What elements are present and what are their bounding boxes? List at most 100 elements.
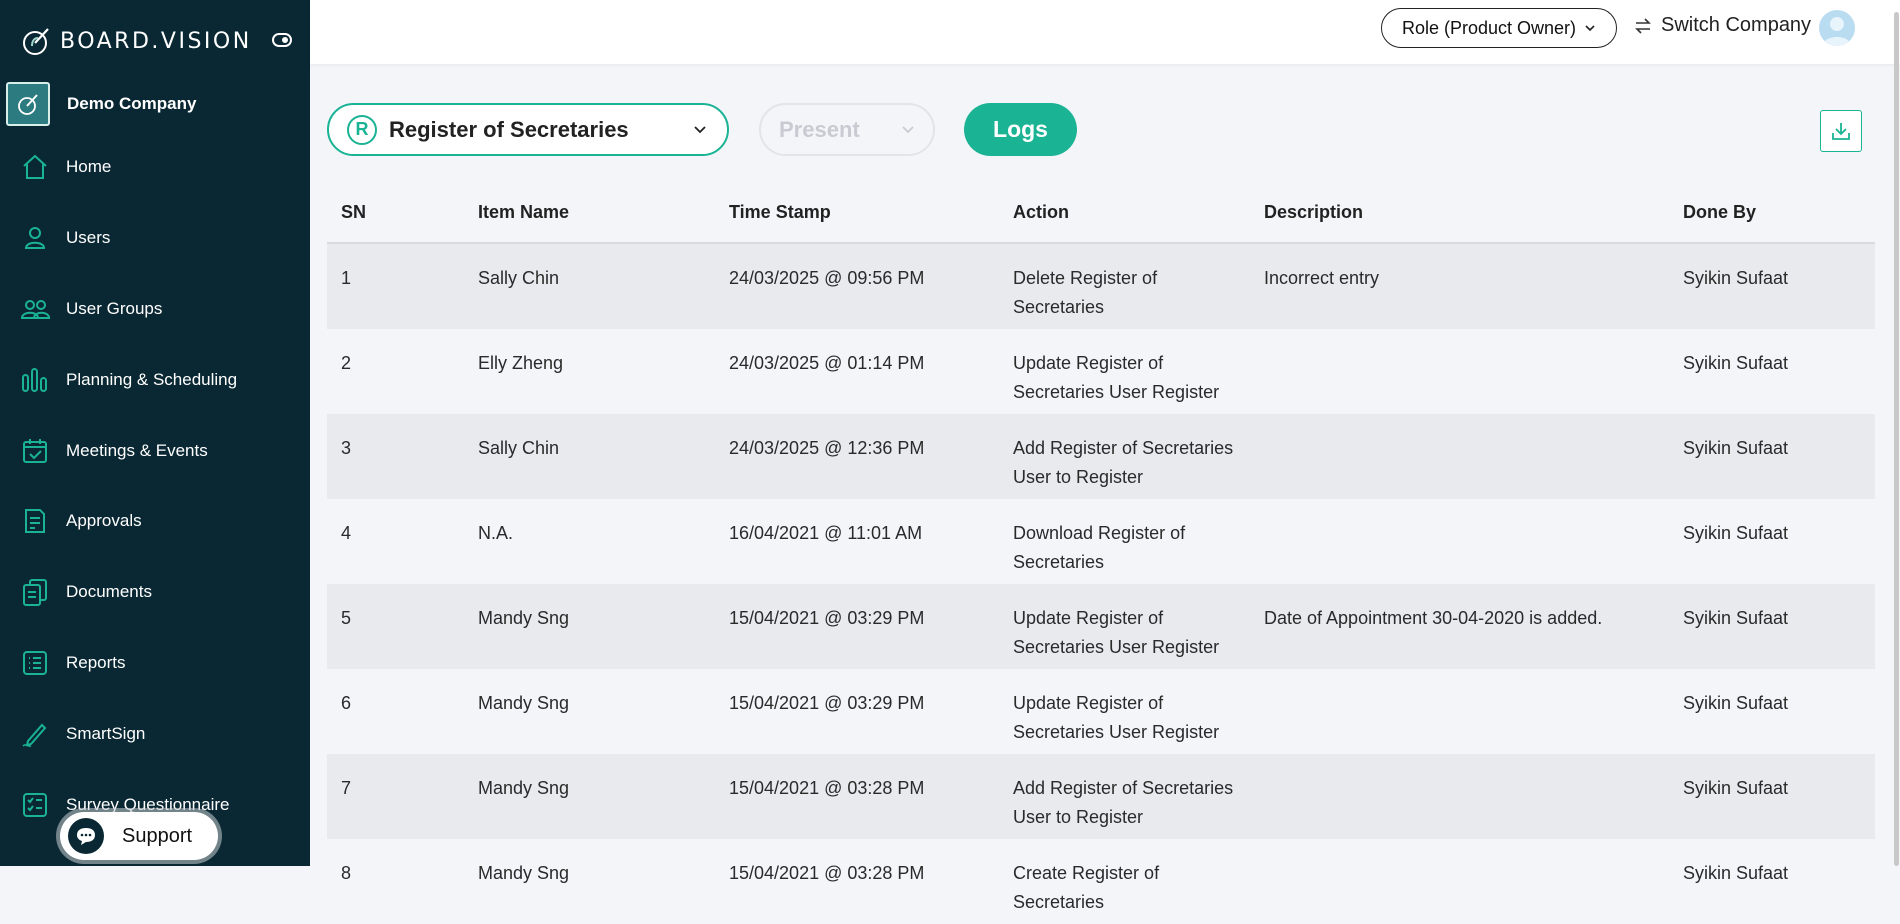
table-row[interactable]: 5 Mandy Sng 15/04/2021 @ 03:29 PM Update… xyxy=(327,584,1875,669)
table-row[interactable]: 7 Mandy Sng 15/04/2021 @ 03:28 PM Add Re… xyxy=(327,754,1875,839)
chat-icon xyxy=(68,818,104,854)
table-row[interactable]: 6 Mandy Sng 15/04/2021 @ 03:29 PM Update… xyxy=(327,669,1875,754)
sidebar-item-user-groups[interactable]: User Groups xyxy=(0,289,310,329)
approval-document-icon xyxy=(25,509,45,533)
sidebar-item-smartsign[interactable]: SmartSign xyxy=(0,714,310,754)
table-row[interactable]: 8 Mandy Sng 15/04/2021 @ 03:28 PM Create… xyxy=(327,839,1875,924)
chevron-down-icon xyxy=(1585,25,1595,32)
cell-done-by: Syikin Sufaat xyxy=(1683,693,1789,713)
column-header-time-stamp[interactable]: Time Stamp xyxy=(729,202,831,223)
table-header: SN Item Name Time Stamp Action Descripti… xyxy=(327,190,1875,244)
company-logo xyxy=(6,82,50,126)
table-row[interactable]: 4 N.A. 16/04/2021 @ 11:01 AM Download Re… xyxy=(327,499,1875,584)
sidebar-item-label: User Groups xyxy=(66,299,163,318)
sidebar-item-planning[interactable]: Planning & Scheduling xyxy=(0,360,310,400)
company-logo-icon xyxy=(18,94,38,115)
cell-sn: 3 xyxy=(341,438,352,458)
column-header-sn[interactable]: SN xyxy=(341,202,366,223)
sidebar-item-documents[interactable]: Documents xyxy=(0,572,310,612)
sidebar-item-label: Meetings & Events xyxy=(66,441,208,460)
cell-action: Delete Register of Secretaries xyxy=(1013,268,1158,317)
download-icon xyxy=(1832,123,1850,140)
sidebar-toggle-icon[interactable] xyxy=(272,33,292,47)
report-list-icon xyxy=(23,651,47,675)
sidebar-item-label: Reports xyxy=(66,653,126,672)
cell-time-stamp: 15/04/2021 @ 03:28 PM xyxy=(729,778,925,798)
sidebar-item-meetings[interactable]: Meetings & Events xyxy=(0,431,310,471)
cell-sn: 8 xyxy=(341,863,352,883)
cell-done-by: Syikin Sufaat xyxy=(1683,268,1789,288)
sidebar-item-users[interactable]: Users xyxy=(0,218,310,258)
cell-sn: 2 xyxy=(341,353,352,373)
logs-button[interactable]: Logs xyxy=(964,103,1077,156)
register-select[interactable]: R Register of Secretaries xyxy=(327,103,729,156)
brand-logo-icon xyxy=(23,28,49,55)
cell-item-name: Mandy Sng xyxy=(478,863,570,883)
sidebar-item-approvals[interactable]: Approvals xyxy=(0,501,310,541)
cell-action: Update Register of Secretaries User Regi… xyxy=(1013,693,1220,742)
cell-time-stamp: 24/03/2025 @ 12:36 PM xyxy=(729,438,925,458)
role-dropdown[interactable]: Role (Product Owner) xyxy=(1381,8,1617,48)
brand-name: BOARD.VISION xyxy=(60,28,252,54)
sidebar-item-home[interactable]: Home xyxy=(0,147,310,187)
register-select-value: Register of Secretaries xyxy=(389,116,629,142)
bar-chart-icon xyxy=(22,368,47,392)
cell-done-by: Syikin Sufaat xyxy=(1683,523,1789,543)
cell-sn: 6 xyxy=(341,693,352,713)
register-badge: R xyxy=(347,114,377,145)
chevron-down-icon xyxy=(902,126,914,134)
sidebar-item-label: Home xyxy=(66,157,112,176)
cell-item-name: Mandy Sng xyxy=(478,778,570,798)
cell-item-name: Elly Zheng xyxy=(478,353,564,373)
status-select[interactable]: Present xyxy=(759,103,935,156)
table-row[interactable]: 3 Sally Chin 24/03/2025 @ 12:36 PM Add R… xyxy=(327,414,1875,499)
status-select-value: Present xyxy=(779,116,860,142)
support-button[interactable]: Support xyxy=(60,812,218,860)
table-row[interactable]: 1 Sally Chin 24/03/2025 @ 09:56 PM Delet… xyxy=(327,244,1875,329)
table-row[interactable]: 2 Elly Zheng 24/03/2025 @ 01:14 PM Updat… xyxy=(327,329,1875,414)
cell-time-stamp: 15/04/2021 @ 03:29 PM xyxy=(729,608,925,628)
cell-action: Create Register of Secretaries xyxy=(1013,863,1160,912)
page-scrollbar[interactable] xyxy=(1894,12,1899,866)
column-header-description[interactable]: Description xyxy=(1264,202,1363,223)
switch-company-button[interactable]: Switch Company xyxy=(1633,14,1811,37)
cell-action: Update Register of Secretaries User Regi… xyxy=(1013,353,1220,402)
cell-action: Download Register of Secretaries xyxy=(1013,523,1186,572)
user-icon xyxy=(24,227,46,249)
brand[interactable]: BOARD.VISION xyxy=(20,22,252,60)
calendar-check-icon xyxy=(23,439,47,463)
cell-done-by: Syikin Sufaat xyxy=(1683,438,1789,458)
cell-action: Add Register of Secretaries User to Regi… xyxy=(1013,438,1234,487)
sidebar-item-label: SmartSign xyxy=(66,724,146,743)
cell-time-stamp: 24/03/2025 @ 09:56 PM xyxy=(729,268,925,288)
home-icon xyxy=(23,154,47,179)
cell-item-name: Mandy Sng xyxy=(478,608,570,628)
user-avatar-icon xyxy=(1823,17,1851,46)
support-label: Support xyxy=(122,824,193,847)
column-header-action[interactable]: Action xyxy=(1013,202,1069,223)
top-bar: Role (Product Owner) Switch Company xyxy=(310,0,1900,64)
column-header-done-by[interactable]: Done By xyxy=(1683,202,1756,223)
cell-done-by: Syikin Sufaat xyxy=(1683,778,1789,798)
survey-checklist-icon xyxy=(23,793,47,817)
logs-table: SN Item Name Time Stamp Action Descripti… xyxy=(327,190,1875,924)
cell-time-stamp: 16/04/2021 @ 11:01 AM xyxy=(729,523,923,543)
cell-item-name: Sally Chin xyxy=(478,438,560,458)
cell-description: Incorrect entry xyxy=(1264,268,1380,288)
cell-description: Date of Appointment 30-04-2020 is added. xyxy=(1264,608,1603,628)
cell-item-name: N.A. xyxy=(478,523,514,543)
role-label: Role (Product Owner) xyxy=(1401,17,1577,38)
cell-done-by: Syikin Sufaat xyxy=(1683,608,1789,628)
cell-sn: 4 xyxy=(341,523,352,543)
company-switcher[interactable]: Demo Company xyxy=(6,82,196,126)
column-header-item-name[interactable]: Item Name xyxy=(478,202,569,223)
cell-item-name: Sally Chin xyxy=(478,268,560,288)
avatar[interactable] xyxy=(1819,10,1855,46)
sidebar-item-reports[interactable]: Reports xyxy=(0,643,310,683)
sidebar-item-label: Planning & Scheduling xyxy=(66,370,238,389)
sidebar-item-label: Approvals xyxy=(66,511,142,530)
download-button[interactable] xyxy=(1820,110,1862,152)
cell-sn: 1 xyxy=(341,268,352,288)
switch-arrows-icon xyxy=(1635,17,1651,34)
cell-action: Add Register of Secretaries User to Regi… xyxy=(1013,778,1234,827)
